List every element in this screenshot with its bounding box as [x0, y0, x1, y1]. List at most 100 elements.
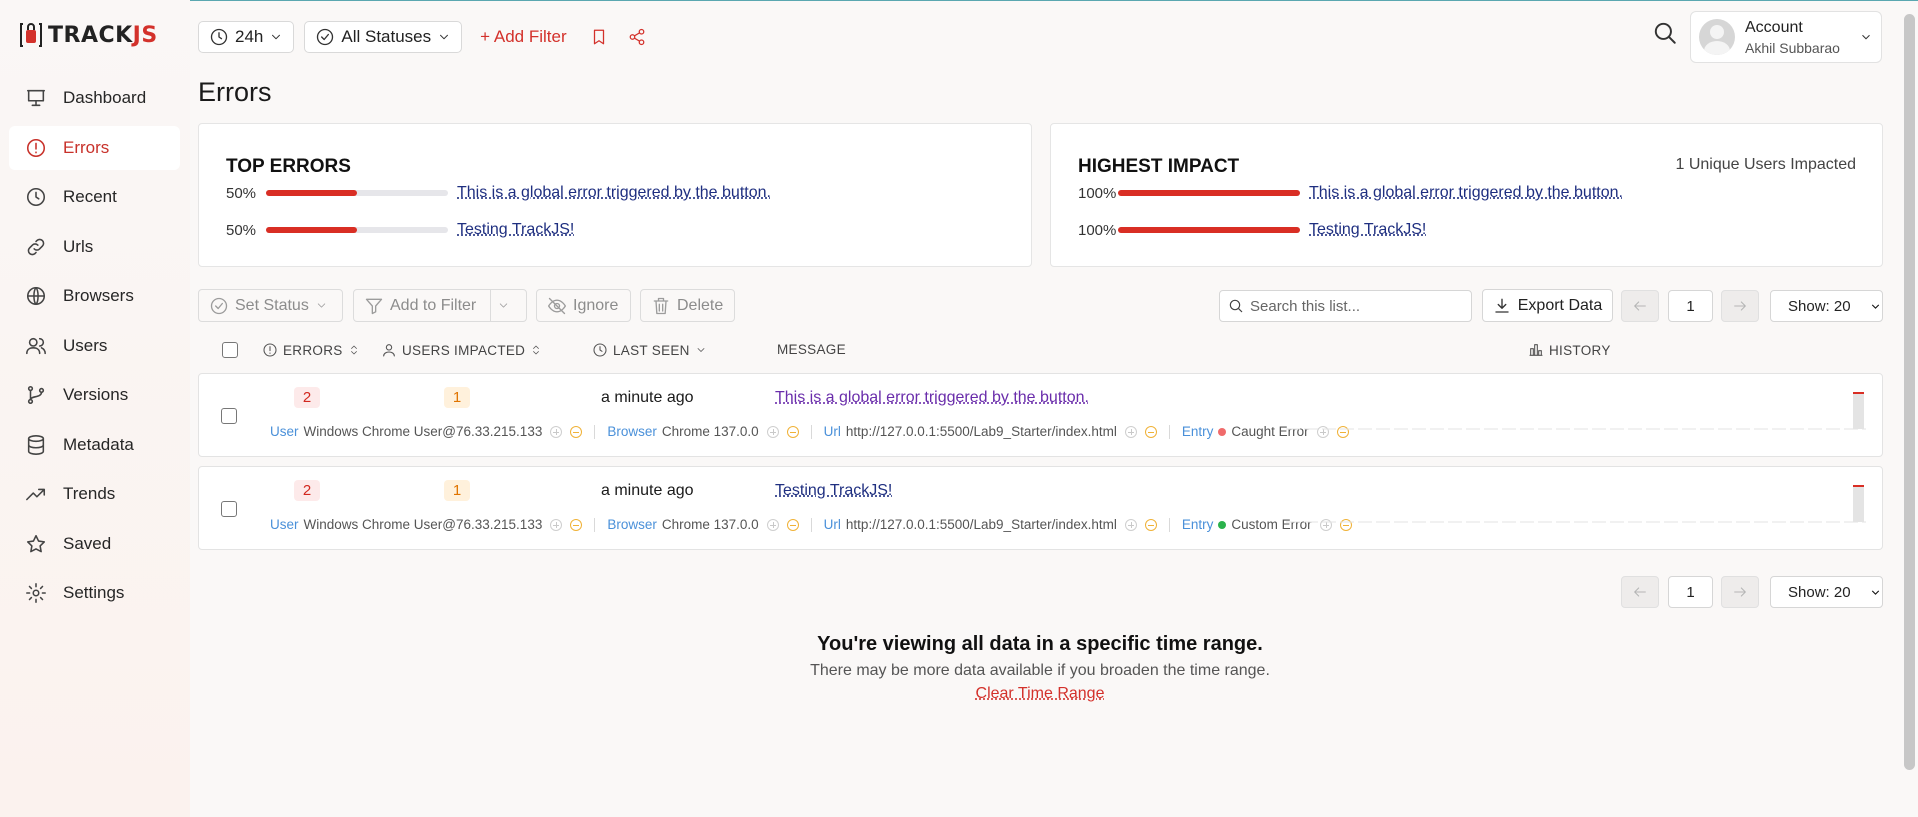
- status-filter-dropdown[interactable]: All Statuses: [304, 21, 462, 53]
- next-page-button[interactable]: [1721, 290, 1759, 322]
- add-filter-icon[interactable]: [767, 519, 779, 531]
- entry-status-dot: [1218, 428, 1226, 436]
- delete-button[interactable]: Delete: [640, 289, 735, 322]
- table-row[interactable]: 2 1 a minute ago This is a global error …: [198, 373, 1883, 457]
- meta-url-key: Url: [824, 424, 841, 439]
- share-icon[interactable]: [623, 23, 651, 51]
- next-page-button-bottom[interactable]: [1721, 576, 1759, 608]
- users-header-label: USERS IMPACTED: [402, 343, 525, 358]
- exclude-filter-icon[interactable]: [1145, 426, 1157, 438]
- history-sparkline: [1286, 483, 1866, 523]
- error-message-link[interactable]: This is a global error triggered by the …: [775, 389, 1089, 407]
- top-error-item: 50% Testing TrackJS!: [226, 220, 574, 240]
- page-size-select[interactable]: Show: 20: [1770, 290, 1883, 322]
- sidebar-item-settings[interactable]: Settings: [9, 571, 180, 615]
- top-errors-title: TOP ERRORS: [226, 156, 351, 178]
- arrow-left-icon: [1632, 298, 1648, 314]
- page-number-bottom[interactable]: 1: [1668, 576, 1713, 608]
- highest-impact-card: HIGHEST IMPACT 1 Unique Users Impacted 1…: [1050, 123, 1883, 267]
- add-filter-icon[interactable]: [1125, 519, 1137, 531]
- account-menu[interactable]: Account Akhil Subbarao: [1690, 11, 1882, 63]
- sidebar-item-browsers[interactable]: Browsers: [9, 274, 180, 318]
- history-header-label: HISTORY: [1549, 343, 1611, 358]
- sidebar-item-metadata[interactable]: Metadata: [9, 423, 180, 467]
- row-checkbox[interactable]: [221, 501, 237, 517]
- top-error-link[interactable]: Testing TrackJS!: [457, 221, 574, 239]
- chevron-down-icon: [1869, 586, 1882, 599]
- set-status-button[interactable]: Set Status: [198, 289, 343, 322]
- last-seen-value: a minute ago: [601, 389, 694, 407]
- last-seen-header-label: LAST SEEN: [613, 343, 690, 358]
- top-error-bar: [266, 190, 448, 196]
- exclude-filter-icon[interactable]: [570, 426, 582, 438]
- meta-browser-key: Browser: [607, 517, 657, 532]
- last-seen-column-header[interactable]: LAST SEEN: [592, 342, 707, 358]
- bookmark-icon[interactable]: [585, 23, 613, 51]
- clock-icon: [592, 342, 608, 358]
- sidebar-item-label: Errors: [63, 138, 109, 158]
- exclude-filter-icon[interactable]: [787, 426, 799, 438]
- chevron-down-icon: [437, 30, 451, 44]
- users-icon: [24, 334, 48, 358]
- time-range-dropdown[interactable]: 24h: [198, 21, 294, 53]
- add-filter-icon[interactable]: [550, 519, 562, 531]
- export-data-button[interactable]: Export Data: [1482, 289, 1613, 322]
- clear-time-range-link[interactable]: Clear Time Range: [976, 685, 1105, 702]
- sidebar-item-users[interactable]: Users: [9, 324, 180, 368]
- sidebar-item-errors[interactable]: Errors: [9, 126, 180, 170]
- error-message-link[interactable]: Testing TrackJS!: [775, 482, 892, 500]
- sidebar-item-urls[interactable]: Urls: [9, 225, 180, 269]
- meta-user-key: User: [270, 424, 299, 439]
- exclude-filter-icon[interactable]: [787, 519, 799, 531]
- search-list-input[interactable]: [1250, 298, 1460, 315]
- table-row[interactable]: 2 1 a minute ago Testing TrackJS! User W…: [198, 466, 1883, 550]
- add-filter-label: + Add Filter: [480, 27, 566, 47]
- status-filter-value: All Statuses: [341, 27, 431, 47]
- page-size-select-bottom[interactable]: Show: 20: [1770, 576, 1883, 608]
- global-search-icon[interactable]: [1652, 20, 1682, 50]
- sidebar-item-trends[interactable]: Trends: [9, 472, 180, 516]
- row-metadata: User Windows Chrome User@76.33.215.133 B…: [270, 517, 1352, 532]
- errors-header-label: ERRORS: [283, 343, 343, 358]
- page-scrollbar[interactable]: [1904, 14, 1915, 770]
- sidebar-item-saved[interactable]: Saved: [9, 522, 180, 566]
- ignore-button[interactable]: Ignore: [536, 289, 631, 322]
- chevron-down-icon: [1869, 300, 1882, 313]
- row-checkbox[interactable]: [221, 408, 237, 424]
- users-impacted-column-header[interactable]: USERS IMPACTED: [381, 342, 542, 358]
- impact-error-link[interactable]: Testing TrackJS!: [1309, 221, 1426, 239]
- add-filter-button[interactable]: + Add Filter: [472, 27, 574, 47]
- exclude-filter-icon[interactable]: [1145, 519, 1157, 531]
- search-list-field[interactable]: [1219, 290, 1472, 322]
- sidebar-item-label: Dashboard: [63, 88, 146, 108]
- entry-status-dot: [1218, 521, 1226, 529]
- set-status-label: Set Status: [235, 297, 309, 315]
- logo-accent-text: JS: [133, 23, 158, 48]
- add-to-filter-label: Add to Filter: [390, 297, 476, 315]
- top-error-item: 50% This is a global error triggered by …: [226, 183, 771, 203]
- page-number[interactable]: 1: [1668, 290, 1713, 322]
- impact-error-link[interactable]: This is a global error triggered by the …: [1309, 184, 1623, 202]
- add-to-filter-button[interactable]: Add to Filter: [353, 289, 527, 322]
- errors-column-header[interactable]: ERRORS: [262, 342, 360, 358]
- account-title: Account: [1745, 19, 1859, 37]
- exclude-filter-icon[interactable]: [570, 519, 582, 531]
- trackjs-logo[interactable]: TRACKJS: [18, 20, 158, 50]
- arrow-right-icon: [1732, 298, 1748, 314]
- impact-pct: 100%: [1078, 185, 1118, 202]
- add-filter-icon[interactable]: [767, 426, 779, 438]
- prev-page-button[interactable]: [1621, 290, 1659, 322]
- presentation-icon: [24, 86, 48, 110]
- error-count-badge: 2: [294, 480, 320, 501]
- sidebar-item-versions[interactable]: Versions: [9, 373, 180, 417]
- table-header: ERRORS USERS IMPACTED LAST SEEN MESSAGE …: [198, 338, 1883, 364]
- sidebar-item-dashboard[interactable]: Dashboard: [9, 76, 180, 120]
- add-filter-icon[interactable]: [550, 426, 562, 438]
- impact-item: 100% This is a global error triggered by…: [1078, 183, 1623, 203]
- prev-page-button-bottom[interactable]: [1621, 576, 1659, 608]
- add-filter-icon[interactable]: [1125, 426, 1137, 438]
- top-error-link[interactable]: This is a global error triggered by the …: [457, 184, 771, 202]
- select-all-checkbox[interactable]: [222, 342, 238, 358]
- chevron-down-icon: [315, 299, 328, 312]
- sidebar-item-recent[interactable]: Recent: [9, 175, 180, 219]
